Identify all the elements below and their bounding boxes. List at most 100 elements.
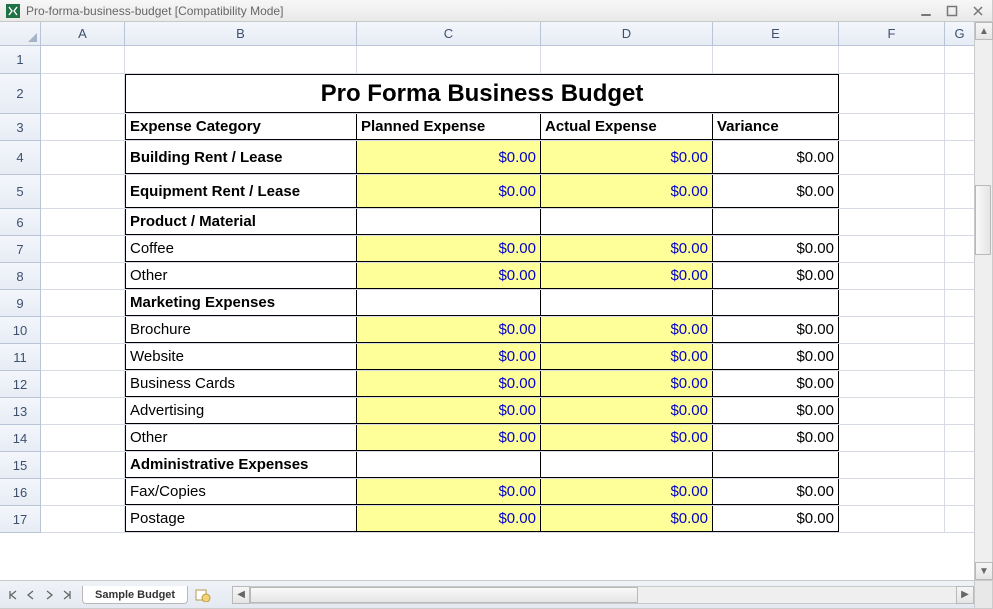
scroll-down-button[interactable]: ▼ (975, 562, 993, 580)
expense-label[interactable]: Brochure (125, 317, 357, 343)
cell-A12[interactable] (41, 371, 125, 397)
variance-value[interactable]: $0.00 (713, 398, 839, 424)
cell-G13[interactable] (945, 398, 974, 424)
maximize-button[interactable] (944, 4, 960, 18)
row-header-11[interactable]: 11 (0, 344, 41, 371)
scroll-right-button[interactable]: ▶ (956, 586, 974, 604)
column-header-E[interactable]: E (713, 22, 839, 46)
hscroll-track[interactable] (250, 586, 956, 604)
cell-A1[interactable] (41, 46, 125, 73)
cell-G5[interactable] (945, 175, 974, 208)
variance-value[interactable]: $0.00 (713, 425, 839, 451)
cell-F16[interactable] (839, 479, 945, 505)
planned-value[interactable]: $0.00 (357, 506, 541, 532)
expense-label[interactable]: Other (125, 263, 357, 289)
cell-A5[interactable] (41, 175, 125, 208)
actual-value[interactable]: $0.00 (541, 175, 713, 208)
cell-F10[interactable] (839, 317, 945, 343)
cell-G3[interactable] (945, 114, 974, 140)
cell-C15[interactable] (357, 452, 541, 478)
cell-G14[interactable] (945, 425, 974, 451)
cell-A16[interactable] (41, 479, 125, 505)
cell-A3[interactable] (41, 114, 125, 140)
column-header-D[interactable]: D (541, 22, 713, 46)
cell-A6[interactable] (41, 209, 125, 235)
actual-value[interactable]: $0.00 (541, 506, 713, 532)
expense-label[interactable]: Other (125, 425, 357, 451)
actual-value[interactable]: $0.00 (541, 398, 713, 424)
new-sheet-button[interactable] (194, 586, 212, 604)
planned-value[interactable]: $0.00 (357, 479, 541, 505)
cell-A14[interactable] (41, 425, 125, 451)
cell-F5[interactable] (839, 175, 945, 208)
section-label[interactable]: Administrative Expenses (125, 452, 357, 478)
cell-E6[interactable] (713, 209, 839, 235)
row-header-8[interactable]: 8 (0, 263, 41, 290)
variance-value[interactable]: $0.00 (713, 263, 839, 289)
section-label[interactable]: Marketing Expenses (125, 290, 357, 316)
column-header-G[interactable]: G (945, 22, 974, 46)
cell-G10[interactable] (945, 317, 974, 343)
row-header-13[interactable]: 13 (0, 398, 41, 425)
column-header-A[interactable]: A (41, 22, 125, 46)
cell-A17[interactable] (41, 506, 125, 532)
vscroll-thumb[interactable] (975, 185, 991, 255)
cell-A11[interactable] (41, 344, 125, 370)
row-header-15[interactable]: 15 (0, 452, 41, 479)
planned-value[interactable]: $0.00 (357, 398, 541, 424)
cell-E15[interactable] (713, 452, 839, 478)
variance-value[interactable]: $0.00 (713, 506, 839, 532)
hscroll-thumb[interactable] (250, 587, 638, 603)
row-header-9[interactable]: 9 (0, 290, 41, 317)
cell-F8[interactable] (839, 263, 945, 289)
scroll-left-button[interactable]: ◀ (232, 586, 250, 604)
cell-A15[interactable] (41, 452, 125, 478)
variance-value[interactable]: $0.00 (713, 344, 839, 370)
cell-F11[interactable] (839, 344, 945, 370)
row-header-7[interactable]: 7 (0, 236, 41, 263)
cell-F17[interactable] (839, 506, 945, 532)
cell-A9[interactable] (41, 290, 125, 316)
cell-C9[interactable] (357, 290, 541, 316)
cell-F13[interactable] (839, 398, 945, 424)
cell-A4[interactable] (41, 141, 125, 174)
row-header-16[interactable]: 16 (0, 479, 41, 506)
planned-value[interactable]: $0.00 (357, 425, 541, 451)
cell-G12[interactable] (945, 371, 974, 397)
cell-A7[interactable] (41, 236, 125, 262)
row-header-14[interactable]: 14 (0, 425, 41, 452)
expense-label[interactable]: Building Rent / Lease (125, 141, 357, 174)
cell-D1[interactable] (541, 46, 713, 73)
expense-label[interactable]: Coffee (125, 236, 357, 262)
cell-F15[interactable] (839, 452, 945, 478)
cell-G8[interactable] (945, 263, 974, 289)
cell-A13[interactable] (41, 398, 125, 424)
tab-nav-next[interactable] (40, 586, 58, 604)
cell-F12[interactable] (839, 371, 945, 397)
row-header-17[interactable]: 17 (0, 506, 41, 533)
cell-F3[interactable] (839, 114, 945, 140)
header-planned[interactable]: Planned Expense (357, 114, 541, 140)
row-header-3[interactable]: 3 (0, 114, 41, 141)
cell-G2[interactable] (945, 74, 974, 113)
cell-F7[interactable] (839, 236, 945, 262)
actual-value[interactable]: $0.00 (541, 263, 713, 289)
planned-value[interactable]: $0.00 (357, 317, 541, 343)
horizontal-scrollbar[interactable]: ◀ ▶ (232, 586, 974, 604)
expense-label[interactable]: Fax/Copies (125, 479, 357, 505)
cell-E9[interactable] (713, 290, 839, 316)
cell-D15[interactable] (541, 452, 713, 478)
header-variance[interactable]: Variance (713, 114, 839, 140)
variance-value[interactable]: $0.00 (713, 317, 839, 343)
actual-value[interactable]: $0.00 (541, 141, 713, 174)
actual-value[interactable]: $0.00 (541, 371, 713, 397)
section-label[interactable]: Product / Material (125, 209, 357, 235)
variance-value[interactable]: $0.00 (713, 479, 839, 505)
row-header-1[interactable]: 1 (0, 46, 41, 74)
expense-label[interactable]: Business Cards (125, 371, 357, 397)
planned-value[interactable]: $0.00 (357, 371, 541, 397)
select-all-corner[interactable] (0, 22, 41, 46)
cell-E1[interactable] (713, 46, 839, 73)
cell-F9[interactable] (839, 290, 945, 316)
cell-G7[interactable] (945, 236, 974, 262)
